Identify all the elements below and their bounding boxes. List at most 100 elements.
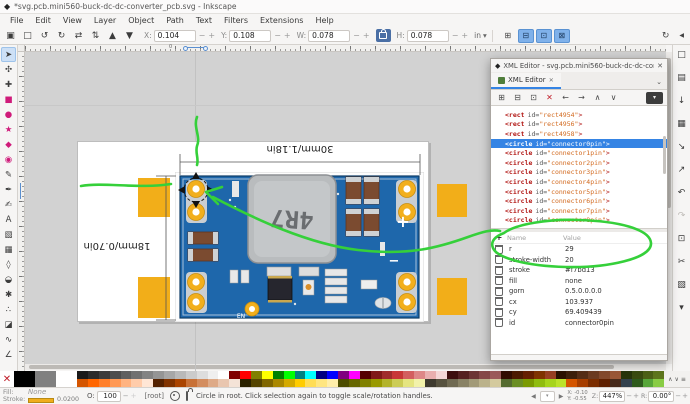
palette-swatch[interactable] <box>653 371 664 379</box>
copper-pad-top-left[interactable] <box>138 178 170 217</box>
ellipse-tool[interactable]: ● <box>1 107 16 122</box>
palette-swatch[interactable] <box>512 379 523 387</box>
selector-tool[interactable]: ➤ <box>1 47 16 62</box>
menu-item[interactable]: Help <box>309 16 339 25</box>
ruler-vertical[interactable] <box>18 52 25 371</box>
ctrl-icon[interactable]: ⇄ <box>70 29 87 43</box>
palette-swatch[interactable] <box>88 371 99 379</box>
attribute-value[interactable]: connector0pin <box>565 319 614 327</box>
palette-swatch[interactable] <box>131 379 142 387</box>
units-dropdown[interactable]: in ▾ <box>474 31 487 40</box>
palette-swatch[interactable] <box>490 379 501 387</box>
palette-swatch[interactable] <box>273 371 284 379</box>
palette-swatch[interactable] <box>142 379 153 387</box>
palette-swatch[interactable] <box>121 379 132 387</box>
xml-tree-node[interactable]: <circleid="connector0pin"> <box>491 139 667 149</box>
palette-swatch[interactable] <box>534 371 545 379</box>
xml-tree-node[interactable]: <circleid="connector4pin"> <box>491 177 667 187</box>
h-input[interactable]: 0.078 <box>407 30 449 42</box>
x-input[interactable]: 0.104 <box>154 30 196 42</box>
fill-stroke-indicator[interactable]: Fill: None Stroke: 0.0200 <box>3 388 79 403</box>
palette-swatch[interactable] <box>621 371 632 379</box>
ruler-horizontal[interactable] <box>25 45 666 52</box>
attribute-value[interactable]: 103.937 <box>565 298 593 306</box>
stroke-color-swatch[interactable] <box>28 398 54 403</box>
ctrl-icon[interactable]: □ <box>19 29 36 43</box>
star-tool[interactable]: ★ <box>1 122 16 137</box>
export-button[interactable]: ↗ <box>675 164 689 176</box>
palette-swatch[interactable] <box>262 371 273 379</box>
paste-button[interactable]: ▧ <box>675 279 689 291</box>
palette-swatch[interactable] <box>447 379 458 387</box>
palette-swatch[interactable] <box>218 371 229 379</box>
refresh-icon[interactable]: ↻ <box>662 31 670 41</box>
node-tool[interactable]: ✣ <box>1 62 16 77</box>
palette-swatch[interactable] <box>88 379 99 387</box>
xml-editor-titlebar[interactable]: ◆ XML Editor - svg.pcb.mini560-buck-dc-d… <box>491 59 667 72</box>
attribute-row[interactable]: stroke #f7bd13 <box>491 265 667 276</box>
collapse-toolbar-icon[interactable]: ◀ <box>679 32 684 39</box>
transform-toggle-button[interactable]: ⊠ <box>554 29 570 43</box>
no-color-swatch[interactable]: ✕ <box>0 371 14 387</box>
xml-tree-node[interactable]: <rectid="rect4956"> <box>491 120 667 130</box>
palette-swatch[interactable] <box>305 371 316 379</box>
y-minus-button[interactable]: − <box>274 31 281 40</box>
attribute-row[interactable]: r 29 <box>491 244 667 255</box>
palette-swatch[interactable] <box>556 371 567 379</box>
attribute-row[interactable]: id connector0pin <box>491 318 667 329</box>
palette-swatch[interactable] <box>240 371 251 379</box>
zoom-input[interactable]: 447% <box>599 391 625 402</box>
copy-button[interactable]: ⊡ <box>675 233 689 245</box>
pen-tool[interactable]: ✒ <box>1 182 16 197</box>
attribute-row[interactable]: stroke-width 20 <box>491 255 667 266</box>
ruler-corner[interactable] <box>18 45 25 52</box>
y-input[interactable]: 0.108 <box>229 30 271 42</box>
xml-tree-node[interactable]: <circleid="connector3pin"> <box>491 168 667 178</box>
spray-tool[interactable]: ∴ <box>1 302 16 317</box>
attribute-value[interactable]: none <box>565 277 582 285</box>
palette-swatch[interactable] <box>240 379 251 387</box>
palette-swatch[interactable] <box>566 371 577 379</box>
opacity-minus-button[interactable]: − <box>123 392 129 400</box>
palette-swatch[interactable] <box>610 379 621 387</box>
ctrl-icon[interactable]: ↺ <box>36 29 53 43</box>
box-3d-tool[interactable]: ◆ <box>1 137 16 152</box>
xml-editor-options-button[interactable]: ▾ <box>646 92 663 104</box>
measure-tool[interactable]: ∠ <box>1 347 16 362</box>
palette-swatch[interactable] <box>208 379 219 387</box>
move-node-down-button[interactable]: ∨ <box>607 92 620 104</box>
rectangle-tool[interactable]: ■ <box>1 92 16 107</box>
palette-swatch[interactable] <box>327 371 338 379</box>
palette-swatch[interactable] <box>371 371 382 379</box>
transform-toggle-button[interactable]: ⊡ <box>536 29 552 43</box>
calligraphy-tool[interactable]: ✍ <box>1 197 16 212</box>
new-element-node-button[interactable]: ⊞ <box>495 92 508 104</box>
palette-swatch[interactable] <box>251 371 262 379</box>
palette-swatch[interactable] <box>77 371 88 379</box>
palette-swatch[interactable] <box>35 371 56 387</box>
palette-swatch[interactable] <box>360 379 371 387</box>
redo-button[interactable]: ↷ <box>675 210 689 222</box>
palette-swatch[interactable] <box>142 371 153 379</box>
opacity-plus-button[interactable]: + <box>131 392 137 400</box>
palette-swatch[interactable] <box>251 379 262 387</box>
delete-attribute-icon[interactable] <box>495 297 503 306</box>
save-button[interactable]: ↓ <box>675 95 689 107</box>
menu-item[interactable]: Edit <box>29 16 57 25</box>
palette-swatch[interactable] <box>197 379 208 387</box>
palette-swatch[interactable] <box>501 379 512 387</box>
palette-swatch[interactable] <box>447 371 458 379</box>
gradient-tool[interactable]: ▧ <box>1 227 16 242</box>
palette-swatch[interactable] <box>382 371 393 379</box>
attribute-row[interactable]: fill none <box>491 276 667 287</box>
zoom-plus-button[interactable]: + <box>633 392 639 400</box>
palette-swatch[interactable] <box>469 379 480 387</box>
menu-item[interactable]: File <box>4 16 29 25</box>
palette-swatch[interactable] <box>164 371 175 379</box>
palette-swatch[interactable] <box>458 379 469 387</box>
palette-swatch[interactable] <box>349 379 360 387</box>
palette-swatch[interactable] <box>599 371 610 379</box>
palette-swatch[interactable] <box>512 371 523 379</box>
w-input[interactable]: 0.078 <box>308 30 350 42</box>
palette-swatch[interactable] <box>425 379 436 387</box>
